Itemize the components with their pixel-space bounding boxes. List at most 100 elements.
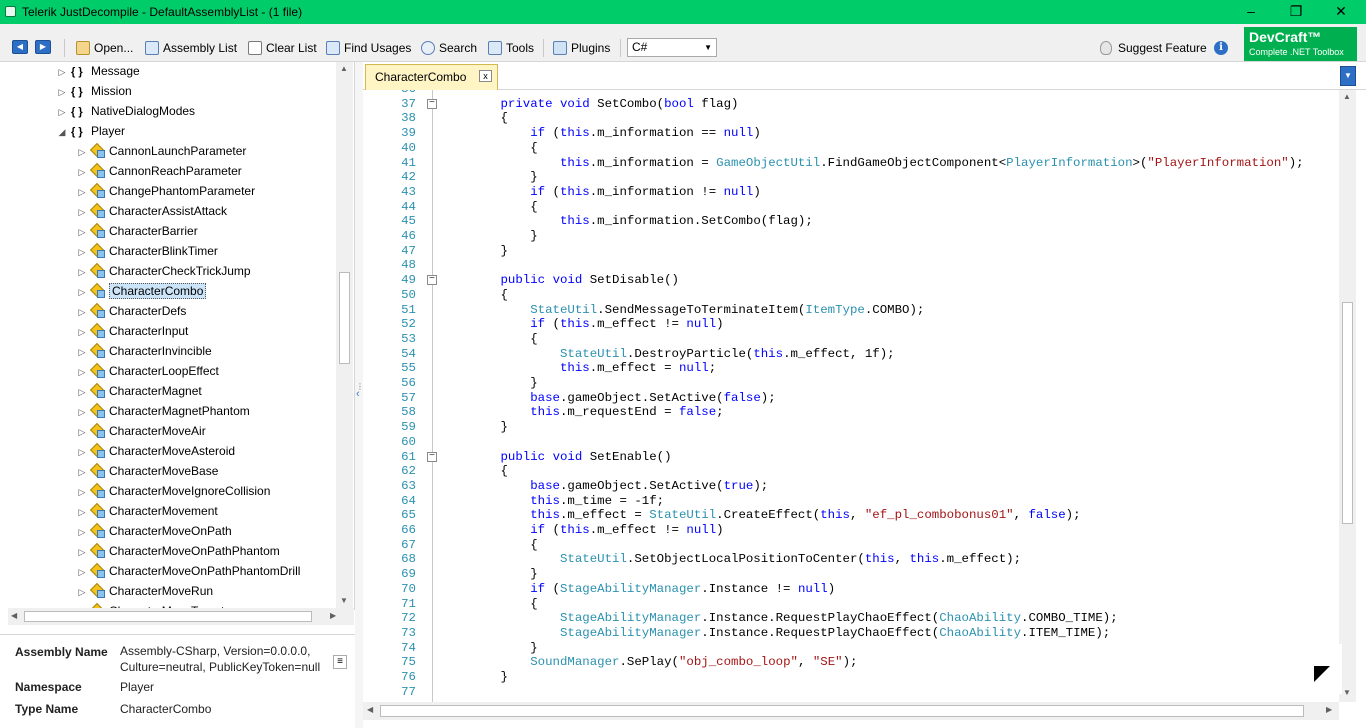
editor-scroll-thumb[interactable] [1342, 302, 1353, 524]
code-line[interactable]: 73 StageAbilityManager.Instance.RequestP… [363, 626, 1339, 641]
tree-class-item[interactable]: ▷ CharacterMagnetPhantom [77, 402, 250, 422]
code-line[interactable]: 56 } [363, 376, 1339, 391]
code-line[interactable]: 44 { [363, 200, 1339, 215]
expand-arrow-icon[interactable]: ▷ [77, 363, 87, 381]
collapse-toggle-icon[interactable]: − [427, 451, 437, 462]
open-button[interactable]: Open... [76, 38, 133, 58]
code-line[interactable]: 71 { [363, 597, 1339, 612]
collapse-toggle-icon[interactable]: − [427, 98, 437, 109]
code-line[interactable]: 55 this.m_effect = null; [363, 361, 1339, 376]
code-line[interactable]: 53 { [363, 332, 1339, 347]
tab-close-button[interactable]: x [479, 70, 492, 82]
expand-arrow-icon[interactable]: ▷ [77, 283, 87, 301]
code-line[interactable]: 51 StateUtil.SendMessageToTerminateItem(… [363, 303, 1339, 318]
assembly-list-button[interactable]: Assembly List [145, 38, 237, 58]
code-line[interactable]: 59 } [363, 420, 1339, 435]
tree-class-item[interactable]: ▷ CharacterDefs [77, 302, 186, 322]
code-line[interactable]: 77 [363, 685, 1339, 700]
code-line[interactable]: 66 if (this.m_effect != null) [363, 523, 1339, 538]
scroll-up-icon[interactable]: ▲ [340, 64, 348, 73]
tree-class-item[interactable]: ▷ CharacterMoveAir [77, 422, 206, 442]
maximize-button[interactable]: ❐ [1273, 0, 1319, 24]
scroll-right-icon[interactable]: ▶ [1326, 705, 1332, 714]
tree-class-item[interactable]: ▷ CharacterMoveIgnoreCollision [77, 482, 270, 502]
code-line[interactable]: 63 base.gameObject.SetActive(true); [363, 479, 1339, 494]
scroll-up-icon[interactable]: ▲ [1343, 92, 1351, 101]
devcraft-banner[interactable]: DevCraft™ Complete .NET Toolbox [1244, 27, 1357, 61]
tree-class-item[interactable]: ▷ CharacterInvincible [77, 342, 212, 362]
code-line[interactable]: 64 this.m_time = -1f; [363, 494, 1339, 509]
expand-arrow-icon[interactable]: ▷ [57, 63, 67, 81]
tree-class-item[interactable]: ▷ CharacterInput [77, 322, 188, 342]
code-line[interactable]: 54 StateUtil.DestroyParticle(this.m_effe… [363, 347, 1339, 362]
suggest-feature-button[interactable]: Suggest Feature [1100, 38, 1207, 58]
tree-namespace-item[interactable]: ◢ { } Player [57, 122, 125, 142]
code-line[interactable]: 70 if (StageAbilityManager.Instance != n… [363, 582, 1339, 597]
tree-class-item[interactable]: ▷ CharacterMagnet [77, 382, 202, 402]
expand-arrow-icon[interactable]: ▷ [77, 343, 87, 361]
info-icon[interactable]: i [1214, 41, 1228, 55]
expand-arrow-icon[interactable]: ▷ [77, 263, 87, 281]
code-line[interactable]: 68 StateUtil.SetObjectLocalPositionToCen… [363, 552, 1339, 567]
code-line[interactable]: 58 this.m_requestEnd = false; [363, 405, 1339, 420]
find-usages-button[interactable]: Find Usages [326, 38, 411, 58]
minimize-button[interactable]: – [1228, 0, 1274, 24]
expand-arrow-icon[interactable]: ▷ [77, 243, 87, 261]
code-line[interactable]: 62 { [363, 464, 1339, 479]
expand-arrow-icon[interactable]: ▷ [77, 183, 87, 201]
code-line[interactable]: 74 } [363, 641, 1339, 656]
tree-class-item[interactable]: ▷ CharacterCombo [77, 282, 207, 302]
expand-arrow-icon[interactable]: ▷ [77, 223, 87, 241]
tree-namespace-item[interactable]: ▷ { } Mission [57, 82, 132, 102]
tree-class-item[interactable]: ▷ CharacterCheckTrickJump [77, 262, 251, 282]
code-line[interactable]: 43 if (this.m_information != null) [363, 185, 1339, 200]
code-line[interactable]: 38 { [363, 111, 1339, 126]
scroll-right-icon[interactable]: ▶ [330, 611, 336, 620]
expand-arrow-icon[interactable]: ▷ [57, 83, 67, 101]
expand-arrow-icon[interactable]: ▷ [77, 523, 87, 541]
expand-arrow-icon[interactable]: ▷ [77, 443, 87, 461]
tree-class-item[interactable]: ▷ CannonLaunchParameter [77, 142, 246, 162]
back-button[interactable]: ◀ [12, 40, 28, 54]
code-line[interactable]: 47 } [363, 244, 1339, 259]
scroll-left-icon[interactable]: ◀ [11, 611, 17, 620]
tree-hscroll-thumb[interactable] [24, 611, 312, 622]
expand-arrow-icon[interactable]: ▷ [77, 203, 87, 221]
tree-class-item[interactable]: ▷ CharacterMoveOnPathPhantomDrill [77, 562, 300, 582]
code-line[interactable]: 37− private void SetCombo(bool flag) [363, 97, 1339, 112]
scroll-down-icon[interactable]: ▼ [340, 596, 348, 605]
tree-namespace-item[interactable]: ▷ { } Message [57, 62, 140, 82]
tree-class-item[interactable]: ▷ CharacterMoveOnPath [77, 522, 232, 542]
tree-class-item[interactable]: ▷ CharacterMoveRun [77, 582, 213, 602]
code-line[interactable]: 46 } [363, 229, 1339, 244]
language-select[interactable]: C# ▼ [627, 38, 717, 57]
collapse-chevron-icon[interactable]: ‹ [356, 388, 360, 400]
search-button[interactable]: Search [421, 38, 477, 58]
tree-class-item[interactable]: ▷ CannonReachParameter [77, 162, 242, 182]
code-line[interactable]: 41 this.m_information = GameObjectUtil.F… [363, 156, 1339, 171]
code-editor[interactable]: 3637− private void SetCombo(bool flag)38… [363, 90, 1339, 702]
expanded-arrow-icon[interactable]: ◢ [57, 123, 67, 141]
tree-class-item[interactable]: ▷ CharacterMoveBase [77, 462, 218, 482]
tree-class-item[interactable]: ▷ CharacterBarrier [77, 222, 198, 242]
tree-horizontal-scrollbar[interactable]: ◀ ▶ [8, 608, 354, 625]
forward-button[interactable]: ▶ [35, 40, 51, 54]
clear-list-button[interactable]: Clear List [248, 38, 317, 58]
expand-arrow-icon[interactable]: ▷ [77, 563, 87, 581]
code-line[interactable]: 65 this.m_effect = StateUtil.CreateEffec… [363, 508, 1339, 523]
code-line[interactable]: 61− public void SetEnable() [363, 450, 1339, 465]
tree-class-item[interactable]: ▷ CharacterMovement [77, 502, 218, 522]
expand-arrow-icon[interactable]: ▷ [77, 543, 87, 561]
tab-list-dropdown[interactable]: ▼ [1340, 66, 1356, 86]
tree-namespace-item[interactable]: ▷ { } NativeDialogModes [57, 102, 196, 122]
code-line[interactable]: 50 { [363, 288, 1339, 303]
tab-charactercombo[interactable]: CharacterCombo x [365, 64, 498, 90]
code-line[interactable]: 45 this.m_information.SetCombo(flag); [363, 214, 1339, 229]
tree-class-item[interactable]: ▷ CharacterBlinkTimer [77, 242, 218, 262]
code-line[interactable]: 39 if (this.m_information == null) [363, 126, 1339, 141]
tools-button[interactable]: Tools [488, 38, 534, 58]
assembly-tree[interactable]: ▷ { } Message ▷ { } Mission ▷ { } NativeDialogMo… [0, 62, 355, 618]
code-line[interactable]: 52 if (this.m_effect != null) [363, 317, 1339, 332]
tree-class-item[interactable]: ▷ CharacterMoveOnPathPhantom [77, 542, 280, 562]
close-button[interactable]: ✕ [1318, 0, 1364, 24]
